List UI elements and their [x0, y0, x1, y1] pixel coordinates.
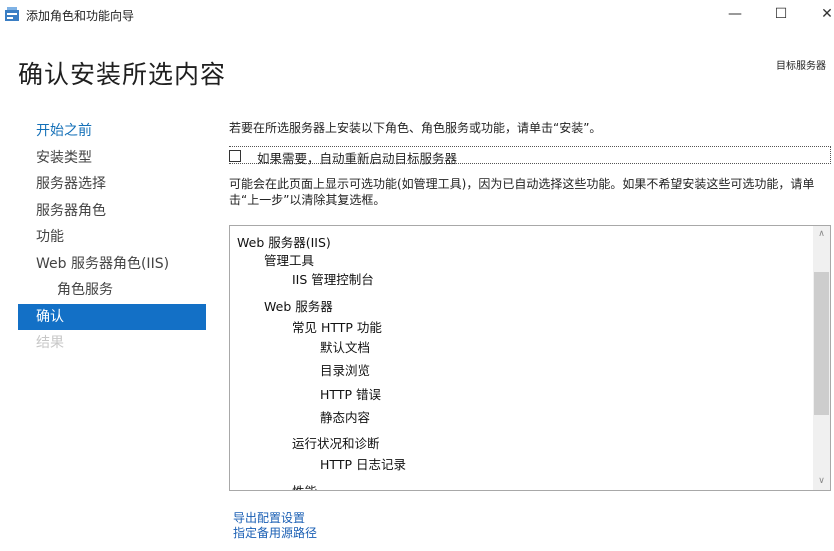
tree-item: 运行状况和诊断: [292, 436, 380, 451]
close-button[interactable]: ✕: [812, 3, 834, 25]
intro-text: 若要在所选服务器上安装以下角色、角色服务或功能，请单击“安装”。: [229, 121, 602, 135]
wizard-nav: 开始之前 安装类型 服务器选择 服务器角色 功能 Web 服务器角色(IIS) …: [18, 118, 206, 357]
minimize-button[interactable]: —: [720, 3, 750, 25]
selection-list[interactable]: Web 服务器(IIS) 管理工具 IIS 管理控制台 Web 服务器 常见 H…: [229, 225, 831, 491]
tree-item: Web 服务器: [264, 299, 333, 314]
destination-server-label: 目标服务器: [776, 61, 826, 72]
server-manager-icon: [5, 7, 19, 21]
tree-item: IIS 管理控制台: [292, 272, 374, 287]
scroll-up-icon[interactable]: ∧: [813, 226, 830, 243]
tree-item: HTTP 日志记录: [320, 457, 406, 472]
nav-item-web-server-role[interactable]: Web 服务器角色(IIS): [18, 251, 206, 278]
restart-checkbox-label[interactable]: 如果需要，自动重新启动目标服务器: [257, 148, 457, 167]
window-title: 添加角色和功能向导: [26, 9, 135, 23]
tree-item: 管理工具: [264, 253, 315, 268]
maximize-button[interactable]: ☐: [766, 3, 796, 25]
nav-item-installation-type[interactable]: 安装类型: [18, 145, 206, 172]
restart-checkbox[interactable]: [229, 150, 241, 162]
nav-item-before-you-begin[interactable]: 开始之前: [18, 118, 206, 145]
scroll-down-icon[interactable]: ∨: [813, 473, 830, 490]
nav-item-server-selection[interactable]: 服务器选择: [18, 171, 206, 198]
tree-item: 默认文档: [320, 340, 371, 355]
tree-item: Web 服务器(IIS): [237, 235, 331, 250]
tree-item: 目录浏览: [320, 363, 371, 378]
list-scrollbar[interactable]: ∧ ∨: [813, 226, 830, 490]
nav-item-server-roles[interactable]: 服务器角色: [18, 198, 206, 225]
scroll-thumb[interactable]: [814, 272, 829, 415]
nav-item-role-services[interactable]: 角色服务: [18, 277, 206, 304]
nav-item-confirmation[interactable]: 确认: [18, 303, 206, 330]
nav-item-features[interactable]: 功能: [18, 224, 206, 251]
alternate-source-link[interactable]: 指定备用源路径: [233, 524, 317, 541]
tree-item: HTTP 错误: [320, 387, 381, 402]
tree-item: 静态内容: [320, 410, 371, 425]
optional-features-note: 可能会在此页面上显示可选功能(如管理工具)，因为已自动选择这些功能。如果不希望安…: [229, 177, 815, 207]
title-bar: 添加角色和功能向导 — ☐ ✕: [0, 0, 834, 30]
restart-option[interactable]: 如果需要，自动重新启动目标服务器: [229, 146, 831, 167]
tree-item: 常见 HTTP 功能: [292, 320, 382, 335]
nav-item-results: 结果: [36, 335, 64, 351]
tree-item: 性能: [292, 481, 317, 490]
page-title: 确认安装所选内容: [18, 60, 227, 89]
